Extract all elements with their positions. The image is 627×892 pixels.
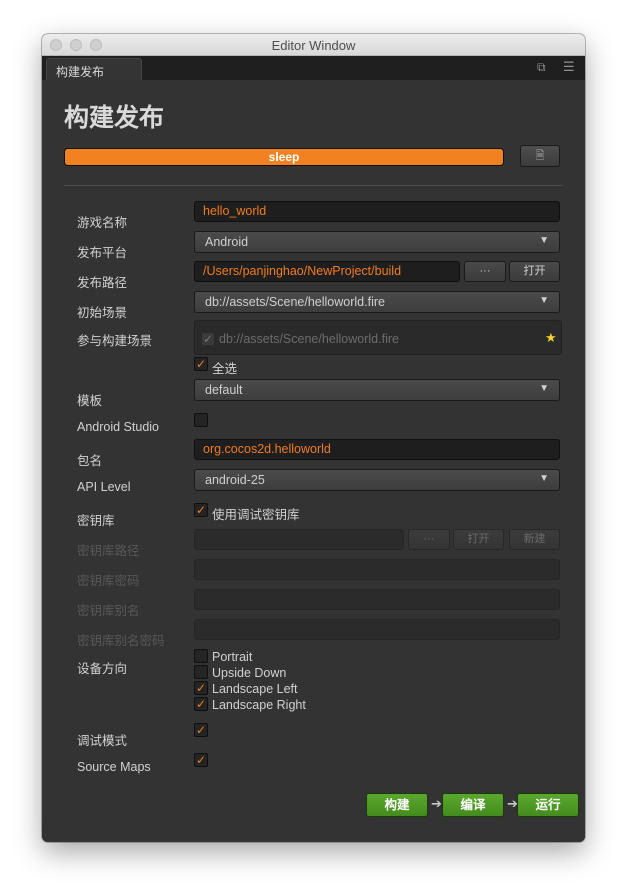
orientation-landscape-right-checkbox[interactable]: ✓ <box>194 697 208 711</box>
platform-label: 发布平台 <box>77 246 128 260</box>
package-name-input[interactable]: org.cocos2d.helloworld <box>194 439 560 460</box>
document-icon: 🗎 <box>535 150 545 162</box>
build-panel: 构建发布 sleep 🗎 游戏名称 hello_world 发布平台 Andro… <box>42 80 585 842</box>
orientation-portrait-label: Portrait <box>212 650 253 664</box>
scene-item: db://assets/Scene/helloworld.fire <box>219 332 399 346</box>
keystore-open-button: 打开 <box>453 529 504 550</box>
orientation-upside-down-checkbox[interactable] <box>194 665 208 679</box>
arrow-right-icon: ➔ <box>431 796 442 811</box>
keystore-alias-label: 密钥库别名 <box>77 604 140 618</box>
game-name-input[interactable]: hello_world <box>194 201 560 222</box>
included-scenes-list: ✓ db://assets/Scene/helloworld.fire ★ <box>194 320 562 355</box>
chevron-down-icon: ▼ <box>539 295 549 306</box>
orientation-landscape-right-label: Landscape Right <box>212 698 306 712</box>
keystore-label: 密钥库 <box>77 514 115 528</box>
included-scenes-label: 参与构建场景 <box>77 334 153 348</box>
star-icon: ★ <box>545 330 557 345</box>
game-name-label: 游戏名称 <box>77 216 128 230</box>
api-level-select[interactable]: android-25 ▼ <box>194 469 560 491</box>
chevron-down-icon: ▼ <box>539 383 549 394</box>
build-path-label: 发布路径 <box>77 276 128 290</box>
start-scene-value: db://assets/Scene/helloworld.fire <box>205 295 385 309</box>
editor-window: Editor Window 构建发布 ⧉ ☰ 构建发布 sleep 🗎 游戏名称… <box>42 34 585 842</box>
keystore-path-input <box>194 529 404 550</box>
start-scene-select[interactable]: db://assets/Scene/helloworld.fire ▼ <box>194 291 560 313</box>
debug-mode-checkbox[interactable]: ✓ <box>194 723 208 737</box>
source-maps-label: Source Maps <box>77 760 151 774</box>
build-path-open-button[interactable]: 打开 <box>509 261 560 282</box>
menu-icon[interactable]: ☰ <box>563 60 575 73</box>
orientation-landscape-left-checkbox[interactable]: ✓ <box>194 681 208 695</box>
keystore-password-label: 密钥库密码 <box>77 574 140 588</box>
keystore-alias-password-label: 密钥库别名密码 <box>77 634 165 648</box>
keystore-alias-password-input <box>194 619 560 640</box>
tab-build[interactable]: 构建发布 <box>46 58 142 80</box>
build-path-browse-button[interactable]: ··· <box>464 261 506 282</box>
orientation-label: 设备方向 <box>77 662 128 676</box>
keystore-browse-button: ··· <box>408 529 450 550</box>
tab-bar: 构建发布 ⧉ ☰ <box>42 56 585 80</box>
package-name-label: 包名 <box>77 454 103 468</box>
orientation-portrait-checkbox[interactable] <box>194 649 208 663</box>
build-progress-bar: sleep <box>64 148 504 166</box>
start-scene-label: 初始场景 <box>77 306 128 320</box>
chevron-down-icon: ▼ <box>539 473 549 484</box>
select-all-label: 全选 <box>212 362 238 376</box>
page-title: 构建发布 <box>64 104 165 132</box>
debug-keystore-checkbox[interactable]: ✓ <box>194 503 208 517</box>
orientation-upside-down-label: Upside Down <box>212 666 287 680</box>
build-path-input[interactable]: /Users/panjinghao/NewProject/build <box>194 261 460 282</box>
build-button[interactable]: 构建 <box>366 793 428 817</box>
open-log-button[interactable]: 🗎 <box>520 145 560 167</box>
keystore-password-input <box>194 559 560 580</box>
orientation-landscape-left-label: Landscape Left <box>212 682 298 696</box>
chevron-down-icon: ▼ <box>539 235 549 246</box>
title-bar: Editor Window <box>42 34 585 56</box>
keystore-path-label: 密钥库路径 <box>77 544 140 558</box>
android-studio-checkbox[interactable] <box>194 413 208 427</box>
template-select[interactable]: default ▼ <box>194 379 560 401</box>
window-title: Editor Window <box>271 38 356 53</box>
compile-button[interactable]: 编译 <box>442 793 504 817</box>
android-studio-label: Android Studio <box>77 420 160 434</box>
api-level-label: API Level <box>77 480 131 494</box>
progress-label: sleep <box>268 150 300 164</box>
template-label: 模板 <box>77 394 103 408</box>
debug-mode-label: 调试模式 <box>77 734 128 748</box>
source-maps-checkbox[interactable]: ✓ <box>194 753 208 767</box>
template-value: default <box>205 383 243 397</box>
scene-checkbox: ✓ <box>201 332 215 346</box>
platform-value: Android <box>205 235 249 249</box>
keystore-new-button: 新建 <box>509 529 560 550</box>
keystore-alias-input <box>194 589 560 610</box>
divider <box>64 185 563 186</box>
popout-icon[interactable]: ⧉ <box>537 61 546 73</box>
debug-keystore-label: 使用调试密钥库 <box>212 508 300 522</box>
platform-select[interactable]: Android ▼ <box>194 231 560 253</box>
select-all-checkbox[interactable]: ✓ <box>194 357 208 371</box>
api-level-value: android-25 <box>205 473 265 487</box>
run-button[interactable]: 运行 <box>517 793 579 817</box>
